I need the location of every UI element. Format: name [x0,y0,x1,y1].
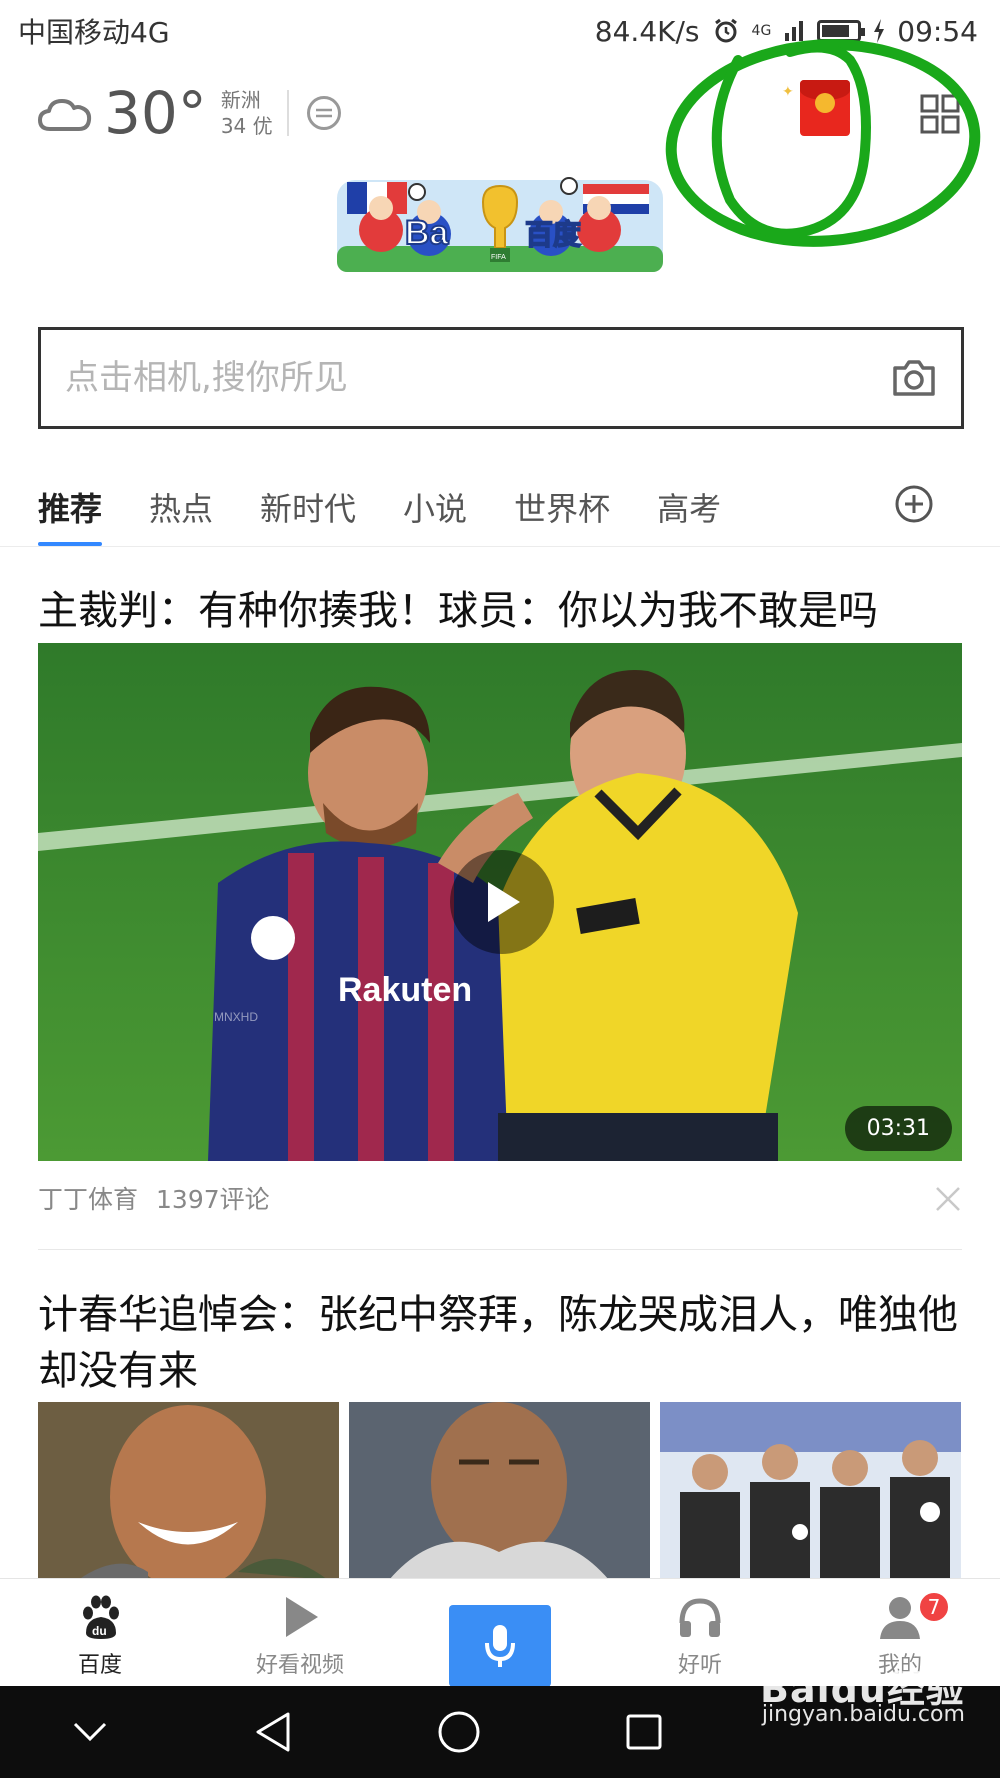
baidu-jingyan-watermark: Baidu经验 jingyan.baidu.com [760,1667,965,1728]
doodle-trophy-label: FIFA [491,254,506,261]
clock: 09:54 [897,14,978,48]
tab-world-cup[interactable]: 世界杯 [514,470,610,548]
dismiss-icon[interactable] [935,1186,961,1212]
tab-recommend[interactable]: 推荐 [38,470,103,548]
voice-search-button[interactable] [449,1605,551,1687]
comment-count[interactable]: 1397评论 [156,1180,270,1216]
baidu-app-screen: { "status_bar": { "carrier": "中国移动4G", "… [0,0,1000,1778]
tab-new-era[interactable]: 新时代 [260,470,356,548]
image-gallery[interactable] [38,1402,962,1580]
tab-novel[interactable]: 小说 [403,470,467,548]
watermark-brand: Baidu经验 [760,1667,965,1711]
nav-haokan-video[interactable]: 好看视频 [200,1579,400,1687]
nav-label: 好听 [677,1653,722,1678]
sparkle-icon: ✦ [782,84,794,100]
news-title[interactable]: 计春华追悼会：张纪中祭拜，陈龙哭成泪人，唯独他却没有来 [38,1287,964,1399]
news-title[interactable]: 主裁判：有种你揍我！球员：你以为我不敢是吗 [38,583,964,639]
weather-widget[interactable]: 30° 新洲 34 优 [38,78,341,148]
gallery-image[interactable] [349,1402,650,1580]
tab-hot[interactable]: 热点 [149,470,213,548]
nav-label: 百度 [77,1653,122,1678]
news-meta: 丁丁体育 1397评论 [38,1180,270,1216]
charging-icon [874,19,885,43]
watermark-url: jingyan.baidu.com [761,1702,965,1727]
play-icon [286,1597,318,1637]
play-icon [488,882,520,922]
add-channel-icon[interactable] [894,484,934,524]
tabs-divider [0,546,1000,547]
chevron-down-icon[interactable] [72,1721,108,1743]
temperature: 30° [104,79,207,147]
annotation-circle [665,39,981,247]
net-speed: 84.4K/s [594,14,700,48]
coin-icon [815,93,835,113]
feed-divider [38,1249,962,1250]
gallery-image[interactable] [38,1402,339,1580]
search-input[interactable] [65,358,891,398]
status-icons: 84.4K/s 4G 09:54 [595,15,978,48]
nav-baidu[interactable]: du 百度 [0,1579,200,1687]
memorial-crowd [660,1402,961,1580]
nav-label: 好看视频 [255,1653,344,1678]
battery-icon [817,20,866,42]
city-label: 新洲 [220,88,261,112]
recents-icon[interactable] [625,1713,663,1751]
search-box[interactable] [38,327,964,429]
weather-divider [286,90,289,136]
back-icon[interactable] [253,1710,293,1754]
portrait-serious [349,1402,650,1580]
tab-gaokao[interactable]: 高考 [657,470,721,548]
microphone-icon [485,1625,515,1667]
camera-icon[interactable] [891,358,937,398]
svg-text:du: du [92,1624,107,1638]
portrait-smiling [38,1402,339,1580]
play-button[interactable] [450,850,554,954]
grid-menu-icon[interactable] [920,94,960,134]
baidu-paw-icon: du [83,1595,119,1639]
video-duration: 03:31 [844,1106,952,1151]
home-icon[interactable] [437,1710,481,1754]
signal-label: 4G [751,23,772,39]
settings-toggle-icon[interactable] [306,96,341,130]
carrier-label: 中国移动4G [18,16,170,49]
aqi-label: 34 优 [220,114,273,138]
signal-icon [785,21,804,41]
doodle-text-right: 百度 [525,218,581,251]
notification-badge: 7 [918,1591,950,1623]
headphones-icon [679,1598,721,1637]
alarm-icon [714,18,737,43]
doodle-text-left: Ba [405,214,450,252]
red-packet-icon[interactable] [800,80,850,136]
status-bar: 中国移动4G 84.4K/s 4G 09:54 [0,0,1000,62]
cloud-icon [38,99,92,131]
gallery-image[interactable] [660,1402,961,1580]
news-source[interactable]: 丁丁体育 [38,1180,138,1216]
channel-tabs: 推荐 热点 新时代 小说 世界杯 高考 [38,470,964,548]
nav-voice-search[interactable] [400,1579,600,1687]
baidu-worldcup-doodle[interactable]: Ba 百度 FIFA [333,172,667,278]
jersey-sponsor: Rakuten [338,971,472,1009]
video-thumbnail[interactable]: Rakuten MNXHD 03:31 [38,643,962,1161]
weather-details: 新洲 34 优 [221,87,273,139]
user-icon [880,1597,920,1639]
video-watermark: MNXHD [214,1010,258,1024]
